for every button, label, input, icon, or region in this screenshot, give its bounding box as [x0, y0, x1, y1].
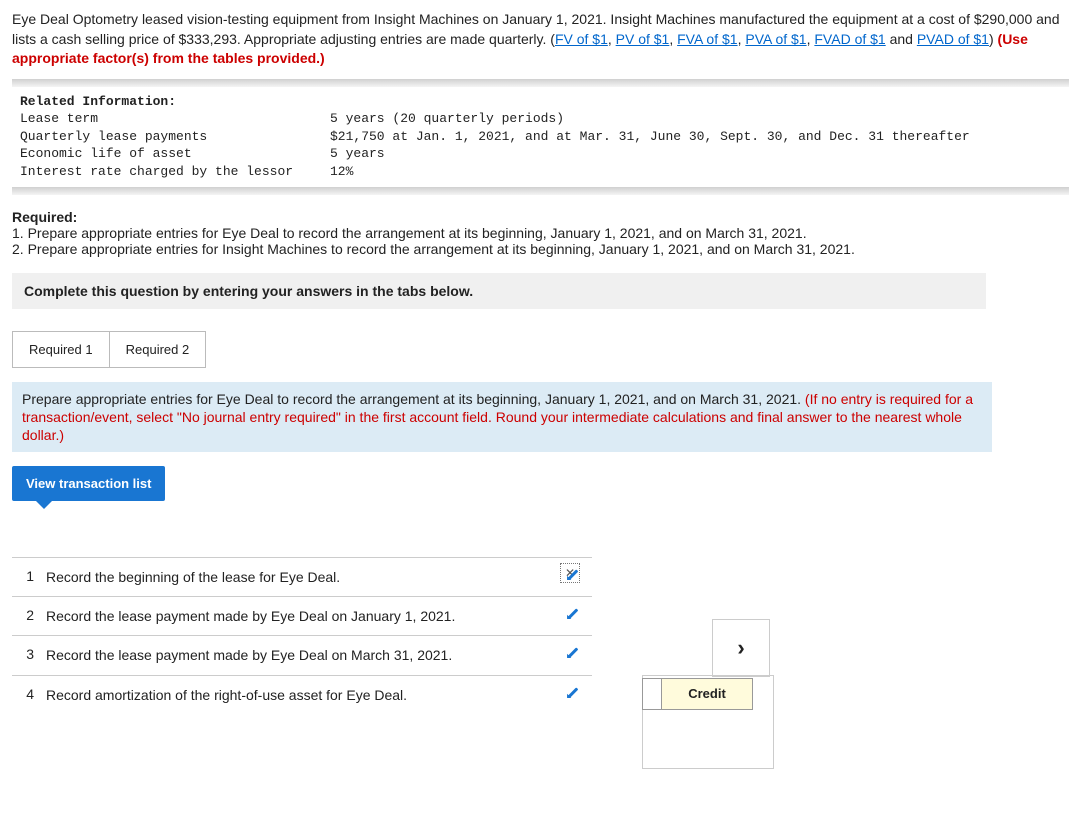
tab-required-2[interactable]: Required 2 [110, 331, 207, 368]
link-pva[interactable]: PVA of $1 [745, 31, 806, 47]
required-title: Required: [12, 209, 1069, 225]
list-item[interactable]: 3 Record the lease payment made by Eye D… [12, 635, 592, 674]
info-row: Lease term 5 years (20 quarterly periods… [20, 110, 1061, 128]
divider-bar-bottom [12, 187, 1069, 195]
next-button[interactable]: › [712, 619, 770, 677]
required-2: 2. Prepare appropriate entries for Insig… [12, 241, 1069, 257]
tabs: Required 1 Required 2 [12, 331, 1069, 368]
info-row: Quarterly lease payments $21,750 at Jan.… [20, 128, 1061, 146]
link-fva[interactable]: FVA of $1 [677, 31, 737, 47]
problem-statement: Eye Deal Optometry leased vision-testing… [12, 10, 1069, 69]
info-heading: Related Information: [20, 93, 1061, 111]
required-1: 1. Prepare appropriate entries for Eye D… [12, 225, 1069, 241]
list-item[interactable]: 4 Record amortization of the right-of-us… [12, 675, 592, 714]
transaction-area: ✕ › 1 Record the beginning of the lease … [12, 557, 792, 714]
credit-header-cell: Credit [642, 678, 753, 710]
link-fv[interactable]: FV of $1 [555, 31, 608, 47]
pencil-icon[interactable] [560, 686, 584, 703]
pencil-icon[interactable] [560, 646, 584, 663]
prompt-box: Prepare appropriate entries for Eye Deal… [12, 382, 992, 453]
list-item[interactable]: 1 Record the beginning of the lease for … [12, 557, 592, 596]
info-row: Interest rate charged by the lessor 12% [20, 163, 1061, 181]
credit-label: Credit [661, 678, 753, 710]
info-block: Related Information: Lease term 5 years … [12, 79, 1069, 195]
transaction-list: 1 Record the beginning of the lease for … [12, 557, 592, 714]
tab-required-1[interactable]: Required 1 [12, 331, 110, 368]
required-section: Required: 1. Prepare appropriate entries… [12, 209, 1069, 257]
view-transaction-list-button[interactable]: View transaction list [12, 466, 165, 501]
prompt-text: Prepare appropriate entries for Eye Deal… [22, 391, 805, 407]
pencil-icon[interactable] [560, 607, 584, 624]
instruction-box: Complete this question by entering your … [12, 273, 986, 309]
link-fvad[interactable]: FVAD of $1 [814, 31, 885, 47]
link-pvad[interactable]: PVAD of $1 [917, 31, 989, 47]
info-row: Economic life of asset 5 years [20, 145, 1061, 163]
divider-bar-top [12, 79, 1069, 87]
list-item[interactable]: 2 Record the lease payment made by Eye D… [12, 596, 592, 635]
link-pv[interactable]: PV of $1 [616, 31, 670, 47]
